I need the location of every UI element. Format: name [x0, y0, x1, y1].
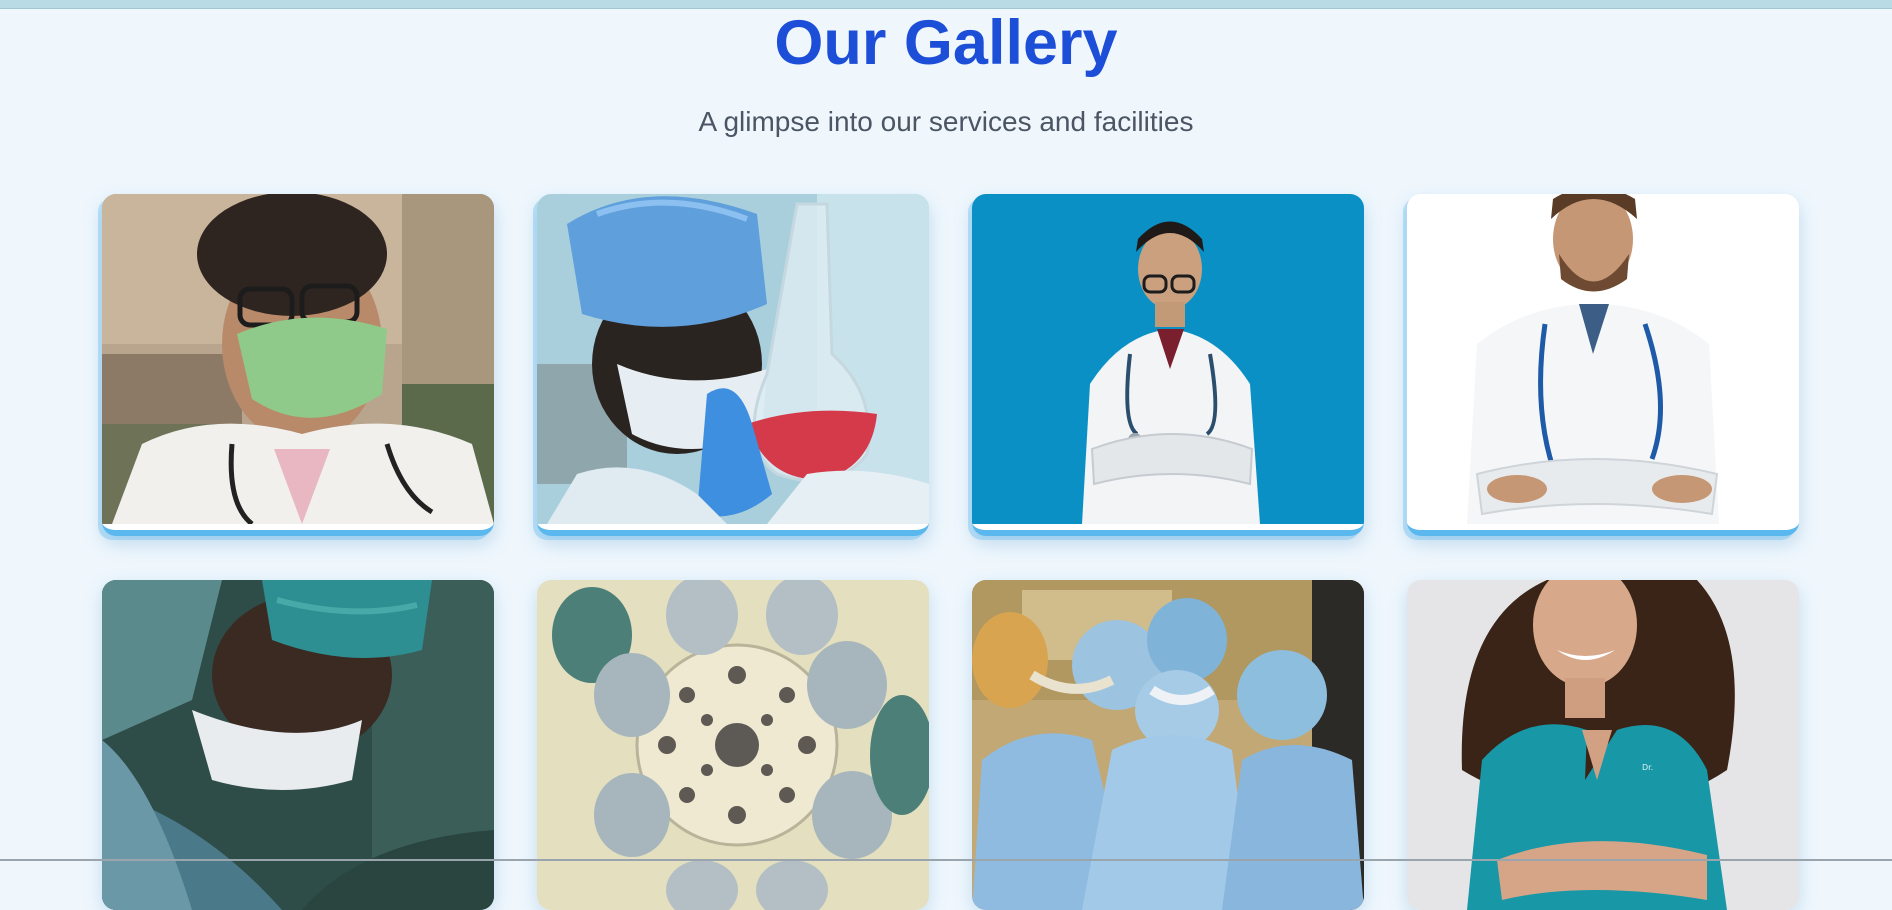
- svg-text:Dr.: Dr.: [1642, 763, 1653, 772]
- page-title: Our Gallery: [774, 8, 1118, 78]
- doctor-blue-background-photo: [972, 194, 1364, 524]
- gallery-card-doctor-blue[interactable]: [972, 194, 1364, 536]
- gallery-card-masked-doctor[interactable]: [102, 194, 494, 536]
- lab-scientist-flask-photo: [537, 194, 929, 524]
- gallery-card-doctor-white[interactable]: [1407, 194, 1799, 536]
- doctor-white-background-photo: [1407, 194, 1799, 524]
- gallery-card-lab-scientist[interactable]: [537, 194, 929, 536]
- page-subtitle: A glimpse into our services and faciliti…: [698, 106, 1194, 137]
- gallery-grid: Dr.: [102, 194, 1802, 910]
- masked-doctor-photo: [102, 194, 494, 524]
